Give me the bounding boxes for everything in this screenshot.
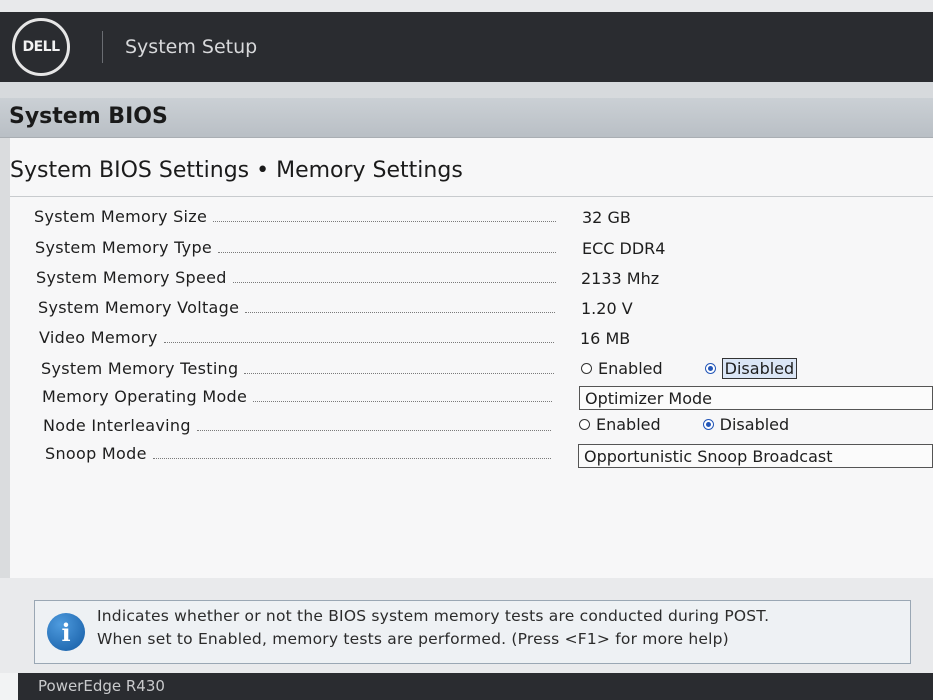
leader-dots [163,332,554,343]
setting-label: System Memory Size [34,207,208,226]
section-bar: System BIOS [0,98,933,138]
setting-row-memory-size: System Memory Size 32 GB [34,205,694,229]
node-interleaving-enabled-option[interactable]: Enabled [579,415,661,434]
radio-unselected-icon[interactable] [581,363,592,374]
title-divider [10,196,933,197]
header-divider [102,31,103,63]
leader-dots [218,242,556,253]
setting-row-memory-voltage: System Memory Voltage 1.20 V [38,296,698,320]
memory-testing-enabled-option[interactable]: Enabled [581,359,663,378]
operating-mode-dropdown[interactable]: Optimizer Mode [579,386,933,410]
radio-selected-icon[interactable] [702,419,714,430]
setting-row-memory-type: System Memory Type ECC DDR4 [35,236,695,260]
setting-label: Snoop Mode [45,444,147,463]
memory-testing-disabled-option[interactable]: Disabled [704,358,798,379]
option-label-focused: Disabled [721,358,798,379]
app-header: DELL System Setup [0,12,933,82]
setting-label: Node Interleaving [43,416,191,435]
setting-label: Memory Operating Mode [42,387,248,406]
header-accent [0,82,933,98]
help-line-1: Indicates whether or not the BIOS system… [97,607,770,625]
setting-row-snoop-mode: Snoop Mode Opportunistic Snoop Broadcast [45,442,933,468]
setting-row-node-interleaving: Node Interleaving Enabled Disabled [43,414,843,438]
leader-dots [152,448,551,459]
section-title: System BIOS [9,104,168,129]
help-area: i Indicates whether or not the BIOS syst… [0,578,933,673]
node-interleaving-disabled-option[interactable]: Disabled [702,415,790,434]
leader-dots [232,272,556,283]
leader-dots [213,211,556,222]
radio-selected-icon[interactable] [704,363,716,374]
info-icon: i [47,613,85,651]
leader-dots [253,391,552,402]
help-text: Indicates whether or not the BIOS system… [97,605,769,651]
setting-label: System Memory Speed [36,268,227,287]
setting-label: System Memory Voltage [38,298,240,317]
leader-dots [244,363,554,374]
setting-value: 2133 Mhz [581,269,660,288]
memory-testing-radio-group: Enabled Disabled [581,358,839,379]
setting-label: Video Memory [39,328,158,347]
setting-label: System Memory Testing [41,359,239,378]
dell-logo-icon: DELL [12,18,70,76]
setting-row-memory-speed: System Memory Speed 2133 Mhz [36,266,696,290]
option-label: Disabled [719,415,790,434]
leader-dots [196,420,551,431]
settings-panel: System BIOS Settings • Memory Settings S… [0,138,933,578]
top-band [0,0,933,12]
setting-value: 1.20 V [581,299,633,318]
leader-dots [245,302,555,313]
option-label: Enabled [596,415,661,434]
radio-unselected-icon[interactable] [579,419,590,430]
page-title: System BIOS Settings • Memory Settings [10,158,463,183]
setting-label: System Memory Type [35,238,213,257]
node-interleaving-radio-group: Enabled Disabled [579,415,831,434]
snoop-mode-dropdown[interactable]: Opportunistic Snoop Broadcast [578,444,933,468]
setting-row-operating-mode: Memory Operating Mode Optimizer Mode [42,385,933,410]
setting-row-video-memory: Video Memory 16 MB [39,326,699,350]
setting-row-memory-testing: System Memory Testing Enabled Disabled [41,357,841,381]
setting-value: 32 GB [582,208,631,227]
logo-text: DELL [22,39,60,55]
app-title: System Setup [125,36,258,58]
model-name: PowerEdge R430 [38,677,165,695]
setting-value: ECC DDR4 [582,239,666,258]
panel-left-edge [0,138,10,578]
help-line-2: When set to Enabled, memory tests are pe… [97,630,729,648]
help-box: i Indicates whether or not the BIOS syst… [34,600,911,664]
setting-value: 16 MB [580,329,631,348]
footer-bar: PowerEdge R430 [18,673,933,700]
option-label: Enabled [598,359,663,378]
